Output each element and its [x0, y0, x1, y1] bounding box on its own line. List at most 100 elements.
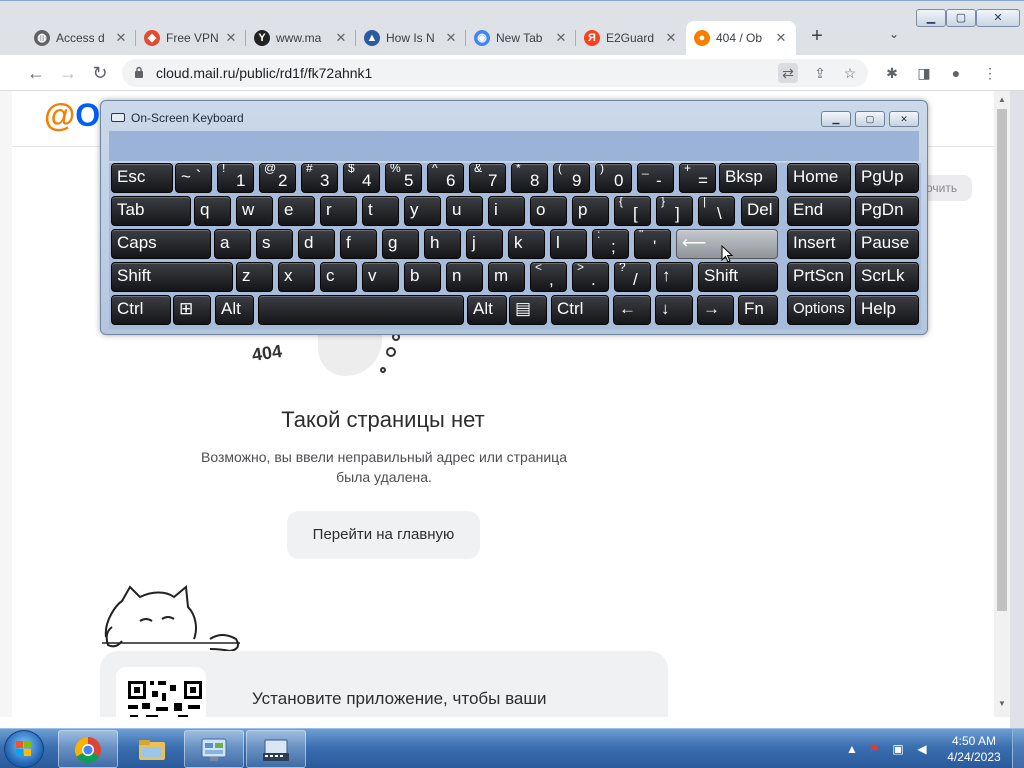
osk-key[interactable]: r — [320, 196, 357, 226]
go-home-button[interactable]: Перейти на главную — [287, 511, 480, 559]
osk-key[interactable]: <, — [530, 262, 567, 292]
start-button[interactable] — [4, 730, 44, 768]
osk-key[interactable]: l — [550, 229, 587, 259]
tab-close-icon[interactable]: ✕ — [774, 30, 788, 46]
osk-key[interactable]: Ctrl — [551, 295, 609, 325]
osk-key[interactable]: k — [508, 229, 545, 259]
osk-key[interactable]: Home — [787, 163, 851, 193]
osk-key-space[interactable] — [258, 295, 464, 325]
osk-key[interactable]: " ' — [634, 229, 671, 259]
osk-key[interactable]: Esc — [111, 163, 173, 193]
osk-key[interactable]: ScrLk — [855, 262, 919, 292]
osk-key[interactable]: PgUp — [855, 163, 919, 193]
minimize-button[interactable]: ▁ — [916, 9, 946, 27]
browser-tab[interactable]: ◆ Free VPN ✕ — [136, 21, 246, 55]
osk-key[interactable]: ⊞ — [173, 295, 211, 325]
osk-key[interactable]: + = — [679, 163, 716, 193]
osk-key[interactable]: @2 — [259, 163, 296, 193]
osk-key[interactable]: * 8 — [511, 163, 548, 193]
osk-key[interactable]: n — [446, 262, 483, 292]
osk-key[interactable]: End — [787, 196, 851, 226]
browser-tab[interactable]: ◉ New Tab ✕ — [466, 21, 576, 55]
osk-key[interactable]: & 7 — [469, 163, 506, 193]
osk-key[interactable]: PgDn — [855, 196, 919, 226]
browser-tab[interactable]: ◍ Access d ✕ — [26, 21, 136, 55]
translate-icon[interactable]: ⇄ — [778, 63, 798, 83]
osk-key[interactable]: | \ — [698, 196, 735, 226]
osk-key[interactable]: Options — [787, 295, 851, 325]
osk-key[interactable]: q — [194, 196, 231, 226]
tab-close-icon[interactable]: ✕ — [444, 30, 458, 46]
taskbar-control-panel[interactable] — [184, 730, 244, 768]
taskbar-chrome[interactable] — [58, 730, 118, 768]
osk-key[interactable]: t — [362, 196, 399, 226]
scroll-up-icon[interactable]: ▲ — [998, 95, 1006, 104]
osk-key[interactable]: PrtScn — [787, 262, 851, 292]
maximize-button[interactable]: ▢ — [946, 9, 976, 27]
osk-key[interactable]: c — [320, 262, 357, 292]
browser-tab[interactable]: ● 404 / Ob ✕ — [686, 21, 796, 55]
osk-key[interactable]: Fn — [738, 295, 778, 325]
osk-minimize-button[interactable]: ▁ — [821, 111, 851, 127]
osk-key[interactable]: m — [488, 262, 525, 292]
osk-key[interactable]: ^ 6 — [427, 163, 464, 193]
osk-key[interactable]: v — [362, 262, 399, 292]
scrollbar-thumb[interactable] — [997, 109, 1007, 611]
taskbar-clock[interactable]: 4:50 AM 4/24/2023 — [940, 733, 1008, 765]
tab-search-chevron-icon[interactable]: ⌄ — [886, 27, 902, 43]
osk-key[interactable]: ▤ — [509, 295, 547, 325]
back-icon[interactable]: ← — [24, 61, 48, 85]
osk-key[interactable]: o — [530, 196, 567, 226]
osk-key[interactable]: ! 1 — [217, 163, 254, 193]
osk-key[interactable]: Pause — [855, 229, 919, 259]
osk-maximize-button[interactable]: ▢ — [855, 111, 885, 127]
tab-close-icon[interactable]: ✕ — [554, 30, 568, 46]
osk-key[interactable]: ) 0 — [595, 163, 632, 193]
osk-key[interactable]: :; — [592, 229, 629, 259]
osk-close-button[interactable]: ✕ — [889, 111, 919, 127]
osk-key[interactable]: Shift — [698, 262, 778, 292]
osk-key[interactable]: b — [404, 262, 441, 292]
page-scrollbar[interactable]: ▲ ▼ — [994, 91, 1010, 717]
osk-key[interactable]: Help — [855, 295, 919, 325]
osk-key[interactable]: Bksp — [719, 163, 777, 193]
osk-key[interactable]: p — [572, 196, 609, 226]
browser-tab[interactable]: Ywww.ma ✕ — [246, 21, 356, 55]
side-panel-icon[interactable]: ◨ — [914, 63, 934, 83]
osk-key[interactable]: g — [382, 229, 419, 259]
osk-key[interactable]: ~ ` — [175, 163, 212, 193]
osk-key[interactable]: ? / — [614, 262, 651, 292]
browser-tab[interactable]: ▲ How Is N ✕ — [356, 21, 466, 55]
menu-kebab-icon[interactable]: ⋮ — [980, 63, 1000, 83]
share-icon[interactable]: ⇪ — [810, 63, 830, 83]
taskbar-explorer[interactable] — [122, 730, 182, 768]
osk-key[interactable]: Insert — [787, 229, 851, 259]
osk-key[interactable]: }] — [656, 196, 693, 226]
osk-key[interactable]: {[ — [614, 196, 651, 226]
browser-tab[interactable]: Я E2Guard ✕ — [576, 21, 686, 55]
osk-key[interactable]: a — [214, 229, 251, 259]
osk-key[interactable]: w — [236, 196, 273, 226]
osk-key[interactable]: i — [488, 196, 525, 226]
show-desktop-button[interactable] — [1012, 729, 1024, 768]
extensions-icon[interactable]: ✱ — [882, 63, 902, 83]
osk-key[interactable]: ↑ — [656, 262, 693, 292]
network-icon[interactable]: ▣ — [890, 741, 906, 757]
osk-key[interactable]: ↓ — [655, 295, 693, 325]
new-tab-button[interactable]: + — [806, 25, 828, 47]
osk-titlebar[interactable]: On-Screen Keyboard ▁ ▢ ✕ — [101, 101, 927, 131]
osk-key[interactable]: Alt — [467, 295, 507, 325]
osk-key[interactable]: y — [404, 196, 441, 226]
osk-key[interactable]: Del — [741, 196, 779, 226]
osk-key[interactable]: → — [697, 295, 734, 325]
scroll-down-icon[interactable]: ▼ — [998, 699, 1006, 708]
osk-key[interactable]: >. — [572, 262, 609, 292]
osk-key[interactable]: s — [256, 229, 293, 259]
reload-icon[interactable]: ↻ — [88, 61, 112, 85]
osk-key[interactable]: _ - — [637, 163, 674, 193]
tab-close-icon[interactable]: ✕ — [114, 30, 128, 46]
taskbar-osk[interactable] — [246, 730, 306, 768]
action-center-icon[interactable]: ⚑ — [866, 741, 882, 757]
osk-key[interactable]: e — [278, 196, 315, 226]
osk-key[interactable]: % 5 — [385, 163, 422, 193]
